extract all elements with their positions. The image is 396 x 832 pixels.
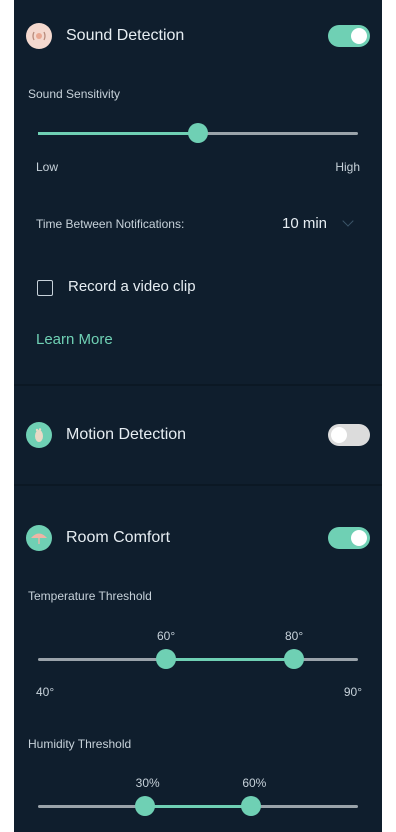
notifications-value: 10 min <box>282 215 328 232</box>
room-comfort-toggle[interactable] <box>328 527 370 549</box>
temperature-min-label: 40° <box>36 685 55 699</box>
sound-sensitivity-label: Sound Sensitivity <box>28 87 121 101</box>
temperature-threshold-label: Temperature Threshold <box>28 589 152 603</box>
toggle-knob <box>351 28 367 44</box>
room-comfort-title: Room Comfort <box>66 529 171 546</box>
room-comfort-header: Room Comfort <box>26 522 370 554</box>
temperature-low-thumb[interactable] <box>156 649 176 669</box>
settings-panel: Sound Detection Sound Sensitivity Low Hi… <box>14 0 382 832</box>
motion-detection-toggle[interactable] <box>328 424 370 446</box>
motion-detection-title: Motion Detection <box>66 426 187 443</box>
slider-fill <box>144 805 252 808</box>
slider-fill <box>38 132 198 135</box>
humidity-low-thumb[interactable] <box>134 796 155 816</box>
room-comfort-section: Room Comfort Temperature Threshold 60° 8… <box>14 486 382 832</box>
temperature-high-value: 80° <box>285 629 304 643</box>
sound-detection-toggle[interactable] <box>328 25 370 47</box>
learn-more-link[interactable]: Learn More <box>36 331 113 348</box>
motion-detection-header: Motion Detection <box>26 419 370 451</box>
sound-detection-section: Sound Detection Sound Sensitivity Low Hi… <box>14 0 382 385</box>
sound-detection-header: Sound Detection <box>26 20 370 52</box>
umbrella-comfort-icon <box>26 525 52 551</box>
temperature-max-label: 90° <box>343 685 362 699</box>
record-clip-checkbox[interactable] <box>37 280 53 296</box>
humidity-high-thumb[interactable] <box>241 796 262 816</box>
notifications-label: Time Between Notifications: <box>36 217 185 231</box>
chevron-down-icon <box>342 215 354 227</box>
motion-footprint-icon <box>26 422 52 448</box>
humidity-low-value: 30% <box>135 776 160 790</box>
temperature-high-thumb[interactable] <box>284 649 304 669</box>
slider-fill <box>166 658 294 661</box>
humidity-threshold-label: Humidity Threshold <box>28 737 132 751</box>
high-label: High <box>335 160 360 174</box>
toggle-knob <box>331 427 347 443</box>
temperature-low-value: 60° <box>157 629 176 643</box>
sound-detection-title: Sound Detection <box>66 27 185 44</box>
humidity-high-value: 60% <box>242 776 267 790</box>
toggle-knob <box>351 530 367 546</box>
sound-wave-icon <box>26 23 52 49</box>
record-clip-label: Record a video clip <box>68 278 196 295</box>
motion-detection-section: Motion Detection <box>14 386 382 484</box>
slider-thumb[interactable] <box>188 123 208 143</box>
low-label: Low <box>36 160 59 174</box>
